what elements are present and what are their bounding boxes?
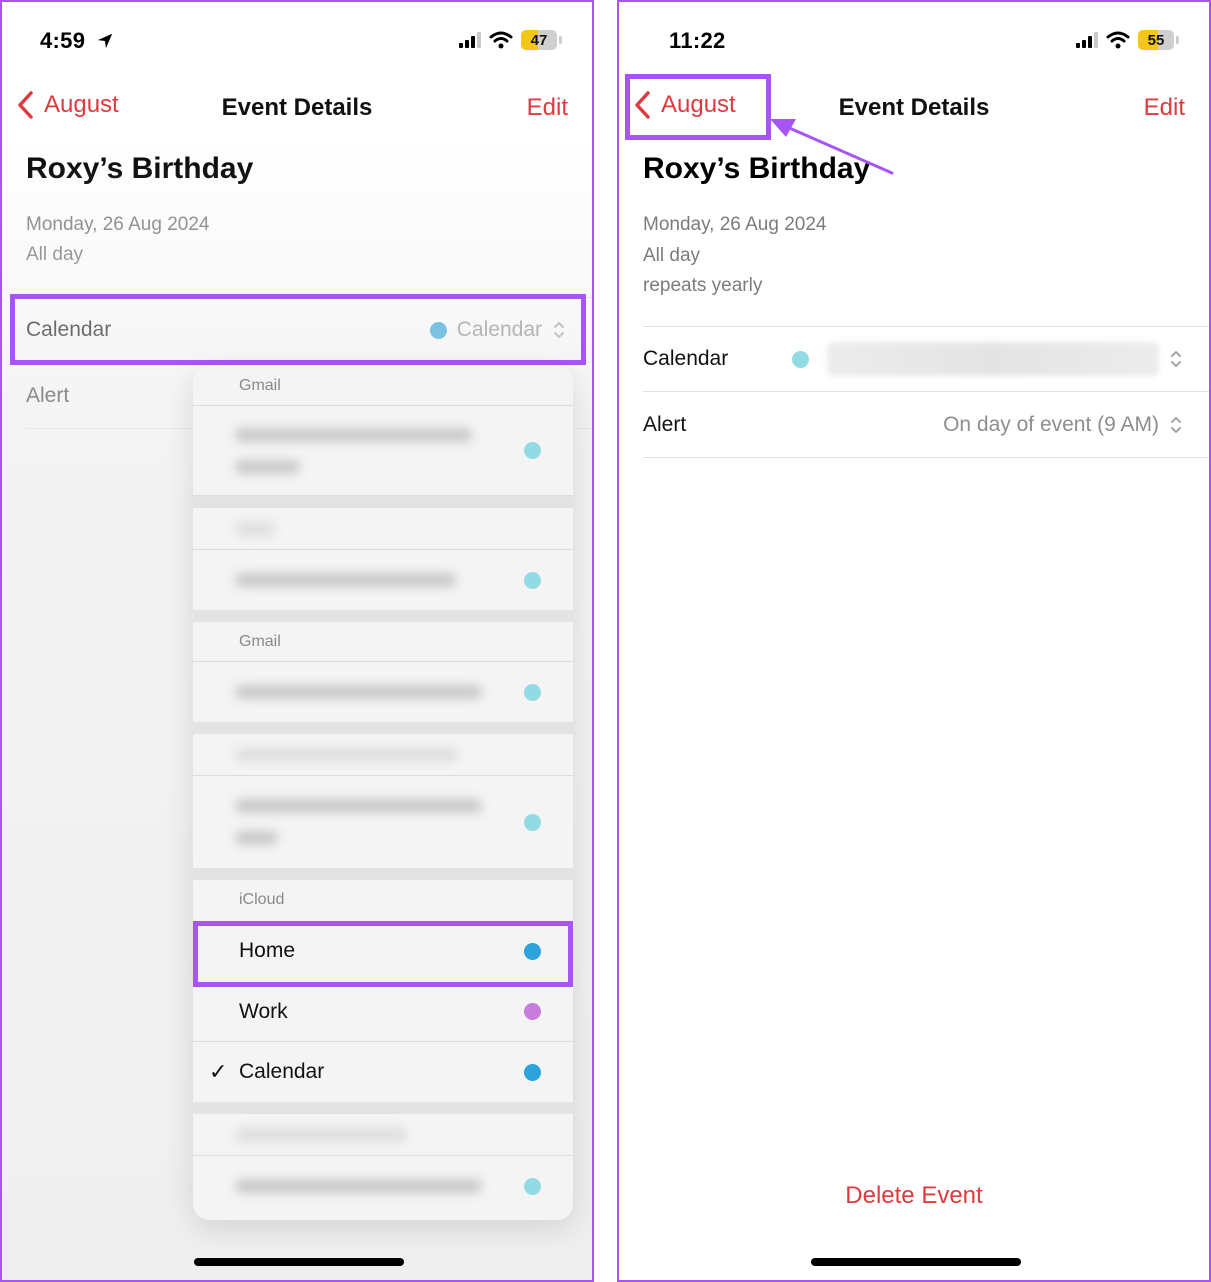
calendar-row[interactable]: Calendar bbox=[643, 326, 1209, 392]
status-time: 11:22 bbox=[669, 28, 726, 54]
status-bar: 4:59 47 bbox=[2, 22, 592, 62]
menu-item-calendar[interactable]: ✓ Calendar bbox=[193, 1042, 573, 1102]
calendar-row-label: Calendar bbox=[643, 347, 729, 370]
status-time: 4:59 bbox=[40, 28, 114, 54]
calendar-value: Calendar bbox=[456, 318, 542, 341]
wifi-icon bbox=[1106, 31, 1130, 49]
calendar-picker[interactable] bbox=[827, 342, 1183, 376]
alert-row[interactable]: Alert On day of event (9 AM) bbox=[643, 392, 1209, 458]
calendar-color-dot bbox=[524, 683, 541, 701]
calendar-color-dot bbox=[524, 813, 541, 831]
home-indicator[interactable] bbox=[194, 1258, 404, 1266]
menu-item-redacted[interactable] bbox=[193, 734, 573, 776]
menu-item-redacted[interactable] bbox=[193, 550, 573, 610]
alert-value: On day of event (9 AM) bbox=[943, 412, 1159, 436]
chevron-left-icon bbox=[635, 91, 650, 119]
menu-item-redacted[interactable] bbox=[193, 508, 573, 550]
calendar-color-dot bbox=[524, 1063, 541, 1081]
home-indicator[interactable] bbox=[811, 1258, 1021, 1266]
calendar-picker-menu: Gmail Gmail iCloud Home Work ✓ Calendar bbox=[193, 366, 573, 1220]
menu-item-redacted[interactable] bbox=[193, 1114, 573, 1156]
menu-section-gap bbox=[193, 868, 573, 880]
calendar-color-dot bbox=[524, 1003, 541, 1020]
battery-percent: 47 bbox=[530, 31, 548, 49]
location-arrow-icon bbox=[97, 33, 112, 49]
battery-icon: 47 bbox=[521, 30, 557, 50]
alert-row-label: Alert bbox=[643, 412, 687, 436]
menu-item-label: Home bbox=[239, 939, 296, 962]
menu-section-gap bbox=[193, 1102, 573, 1114]
battery-nub bbox=[1176, 36, 1179, 44]
cellular-signal-icon bbox=[459, 32, 481, 48]
event-title: Roxy’s Birthday bbox=[26, 152, 254, 185]
chevron-left-icon bbox=[18, 91, 33, 119]
cellular-signal-icon bbox=[1076, 32, 1098, 48]
clock-text: 11:22 bbox=[669, 28, 726, 53]
menu-section-gap bbox=[193, 722, 573, 734]
menu-item-redacted[interactable] bbox=[193, 1156, 573, 1216]
wifi-icon bbox=[489, 31, 513, 49]
edit-button[interactable]: Edit bbox=[527, 94, 568, 122]
back-button[interactable]: August bbox=[633, 90, 736, 120]
calendar-row-label: Calendar bbox=[26, 318, 112, 341]
calendar-row[interactable]: Calendar Calendar bbox=[26, 297, 592, 363]
battery-nub bbox=[559, 36, 562, 44]
menu-item-label: Calendar bbox=[239, 1060, 325, 1083]
navigation-bar: August Event Details Edit bbox=[619, 84, 1209, 132]
chevron-up-down-icon bbox=[554, 322, 564, 338]
status-icons: 55 bbox=[1076, 30, 1179, 50]
alert-row-label: Alert bbox=[26, 383, 70, 407]
calendar-color-dot bbox=[524, 1177, 541, 1195]
back-button-label: August bbox=[44, 91, 119, 118]
menu-section-gap bbox=[193, 496, 573, 508]
status-icons: 47 bbox=[459, 30, 562, 50]
calendar-picker[interactable]: Calendar bbox=[429, 318, 566, 342]
chevron-up-down-icon bbox=[1171, 351, 1181, 367]
calendar-color-dot bbox=[524, 442, 541, 459]
event-time: All day bbox=[643, 245, 701, 266]
battery-percent: 55 bbox=[1147, 31, 1165, 49]
menu-item-label: Work bbox=[239, 999, 288, 1023]
event-time: All day bbox=[26, 244, 84, 265]
menu-item-home[interactable]: Home bbox=[193, 920, 573, 982]
menu-section-header-icloud: iCloud bbox=[239, 891, 285, 908]
checkmark-icon: ✓ bbox=[209, 1059, 228, 1084]
battery-icon: 55 bbox=[1138, 30, 1174, 50]
event-title: Roxy’s Birthday bbox=[643, 152, 871, 185]
menu-section-header-gmail: Gmail bbox=[193, 366, 573, 406]
event-date: Monday, 26 Aug 2024 bbox=[26, 214, 210, 235]
status-bar: 11:22 55 bbox=[619, 22, 1209, 62]
calendar-color-dot bbox=[429, 321, 447, 339]
event-repeat: repeats yearly bbox=[643, 275, 763, 296]
back-button[interactable]: August bbox=[16, 90, 119, 120]
menu-section-gap bbox=[193, 610, 573, 622]
chevron-up-down-icon bbox=[1171, 416, 1181, 433]
menu-item-redacted[interactable] bbox=[193, 662, 573, 722]
navigation-bar: August Event Details Edit bbox=[2, 84, 592, 132]
event-date: Monday, 26 Aug 2024 bbox=[643, 214, 827, 235]
menu-section-header-gmail: Gmail bbox=[193, 622, 573, 662]
menu-item-redacted[interactable] bbox=[193, 406, 573, 496]
menu-item-work[interactable]: Work bbox=[193, 982, 573, 1042]
back-button-label: August bbox=[661, 91, 736, 118]
calendar-color-dot bbox=[792, 350, 810, 368]
phone-screen-left: 4:59 47 August Event Details Edit Roxy’s… bbox=[0, 0, 594, 1282]
calendar-color-dot bbox=[524, 571, 541, 589]
delete-event-button[interactable]: Delete Event bbox=[619, 1182, 1209, 1210]
clock-text: 4:59 bbox=[40, 28, 86, 53]
calendar-color-dot bbox=[524, 942, 541, 960]
menu-item-redacted[interactable] bbox=[193, 776, 573, 868]
phone-screen-right: 11:22 55 August Event Details Edit Roxy’… bbox=[617, 0, 1211, 1282]
alert-picker[interactable]: On day of event (9 AM) bbox=[943, 413, 1183, 437]
edit-button[interactable]: Edit bbox=[1144, 94, 1185, 122]
calendar-value-redacted bbox=[827, 342, 1159, 376]
